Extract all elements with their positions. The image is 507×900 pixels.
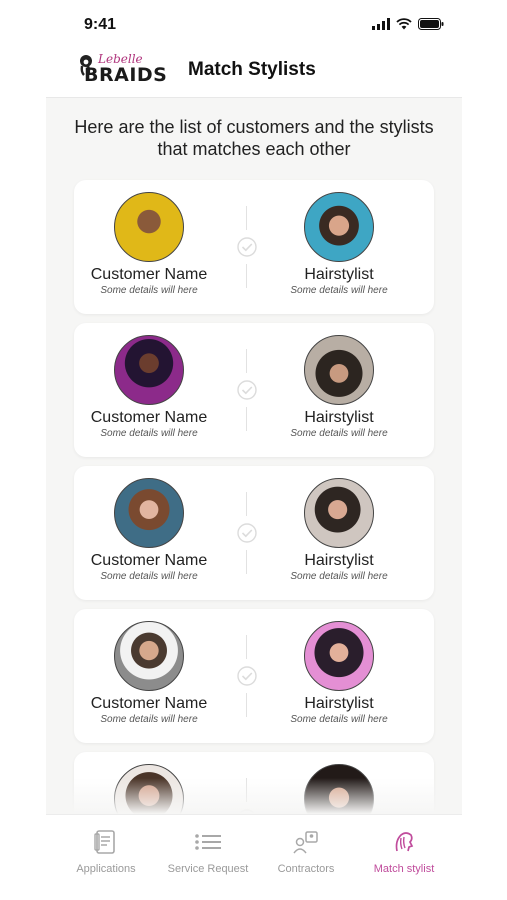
- customer-details: Some details will here: [100, 714, 198, 725]
- stylist-avatar: [304, 478, 374, 548]
- match-check-icon: [237, 237, 257, 257]
- customer-name: Customer Name: [90, 552, 208, 569]
- customer-avatar: [114, 478, 184, 548]
- phone-screen: 9:41 Lebelle BRAIDS Match Stylists Here …: [46, 0, 462, 900]
- stylist[interactable]: Hairstylist Some details will here: [264, 335, 414, 439]
- intro-text: Here are the list of customers and the s…: [74, 117, 434, 159]
- scroll-fade: [46, 778, 462, 814]
- app-header: Lebelle BRAIDS Match Stylists: [46, 44, 462, 98]
- customer-details: Some details will here: [100, 571, 198, 582]
- nav-label: Service Request: [167, 863, 249, 875]
- stylist-details: Some details will here: [290, 571, 388, 582]
- customer[interactable]: Customer Name Some details will here: [74, 335, 224, 439]
- stylist-name: Hairstylist: [304, 695, 374, 712]
- status-time: 9:41: [84, 16, 117, 33]
- nav-label: Applications: [76, 863, 136, 875]
- match-list[interactable]: Here are the list of customers and the s…: [46, 98, 462, 814]
- divider: [246, 492, 247, 516]
- match-check-icon: [237, 523, 257, 543]
- stylist-name: Hairstylist: [304, 552, 374, 569]
- status-bar: 9:41: [46, 0, 462, 44]
- divider: [246, 206, 247, 230]
- match-card[interactable]: Customer Name Some details will here Hai…: [74, 323, 434, 457]
- match-check-icon: [237, 380, 257, 400]
- document-icon: [94, 830, 115, 854]
- stylist-name: Hairstylist: [304, 266, 374, 283]
- stylist-avatar: [304, 335, 374, 405]
- nav-label: Contractors: [277, 863, 335, 875]
- brand-logo[interactable]: Lebelle BRAIDS: [78, 50, 167, 90]
- stylist-name: Hairstylist: [304, 409, 374, 426]
- divider: [246, 264, 247, 288]
- divider: [246, 693, 247, 717]
- stylist-avatar: [304, 621, 374, 691]
- wifi-icon: [396, 18, 412, 30]
- nav-label: Match stylist: [373, 863, 435, 875]
- customer-name: Customer Name: [90, 695, 208, 712]
- status-icons: [372, 18, 444, 30]
- customer[interactable]: Customer Name Some details will here: [74, 192, 224, 296]
- signal-icon: [372, 18, 390, 30]
- divider: [246, 635, 247, 659]
- customer[interactable]: Customer Name Some details will here: [74, 478, 224, 582]
- customer-avatar: [114, 192, 184, 262]
- stylist[interactable]: Hairstylist Some details will here: [264, 192, 414, 296]
- nav-item-applications[interactable]: Applications: [54, 829, 158, 875]
- customer-details: Some details will here: [100, 428, 198, 439]
- stylist[interactable]: Hairstylist Some details will here: [264, 478, 414, 582]
- match-card[interactable]: Customer Name Some details will here Hai…: [74, 180, 434, 314]
- battery-icon: [418, 18, 444, 30]
- logo-wordmark: BRAIDS: [84, 64, 168, 86]
- customer-name: Customer Name: [90, 409, 208, 426]
- customer[interactable]: Customer Name Some details will here: [74, 621, 224, 725]
- nav-item-service-request[interactable]: Service Request: [156, 829, 260, 875]
- contractors-icon: [293, 831, 318, 854]
- stylist-details: Some details will here: [290, 285, 388, 296]
- nav-item-match-stylist[interactable]: Match stylist: [352, 829, 456, 875]
- divider: [246, 407, 247, 431]
- bottom-navigation: Applications Service Request Contractors: [46, 814, 462, 900]
- match-card[interactable]: Customer Name Some details will here Hai…: [74, 466, 434, 600]
- nav-item-contractors[interactable]: Contractors: [254, 829, 358, 875]
- stylist-details: Some details will here: [290, 714, 388, 725]
- divider: [246, 550, 247, 574]
- match-check-icon: [237, 666, 257, 686]
- divider: [246, 349, 247, 373]
- customer-name: Customer Name: [90, 266, 208, 283]
- stylist-details: Some details will here: [290, 428, 388, 439]
- page-title: Match Stylists: [188, 59, 316, 80]
- customer-avatar: [114, 621, 184, 691]
- customer-details: Some details will here: [100, 285, 198, 296]
- stylist-avatar: [304, 192, 374, 262]
- match-stylist-icon: [395, 832, 414, 852]
- match-card[interactable]: Customer Name Some details will here Hai…: [74, 609, 434, 743]
- stylist[interactable]: Hairstylist Some details will here: [264, 621, 414, 725]
- list-icon: [195, 834, 221, 850]
- customer-avatar: [114, 335, 184, 405]
